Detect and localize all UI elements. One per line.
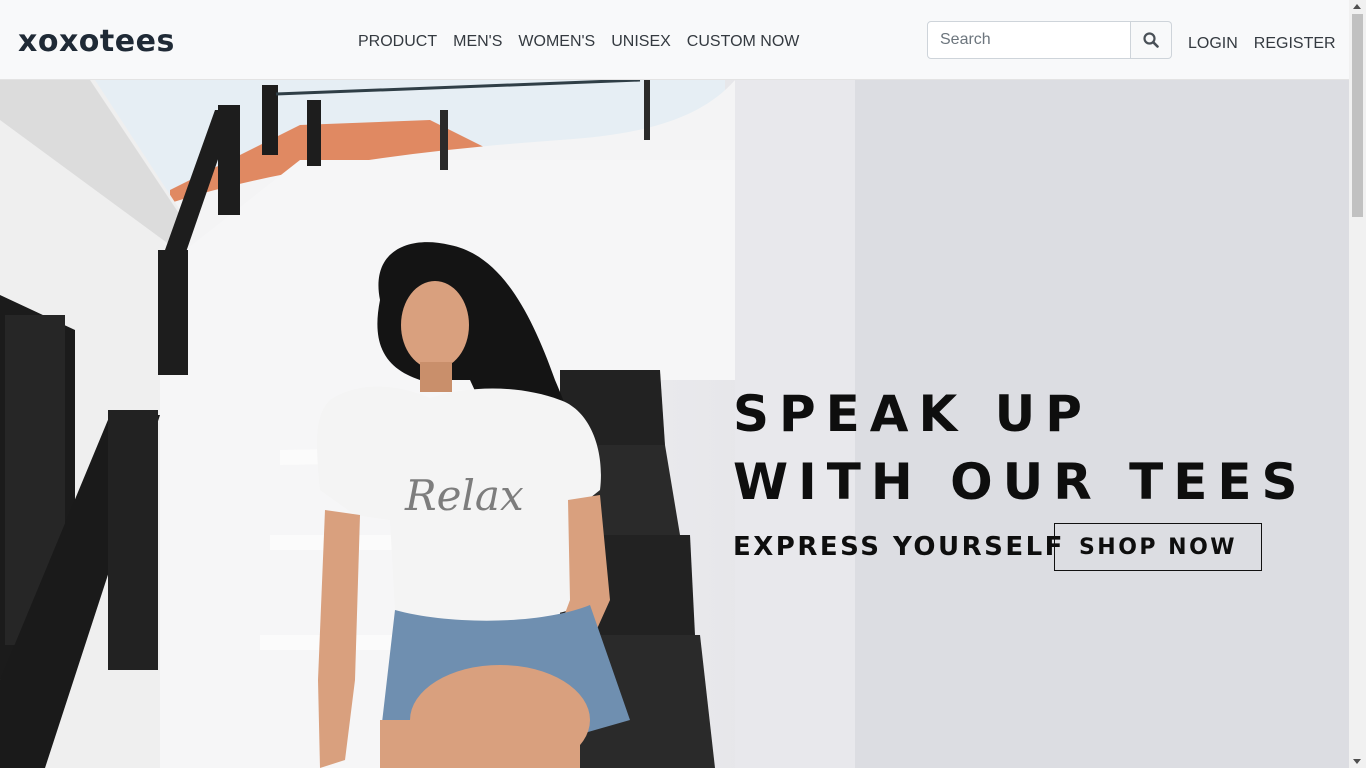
search-icon [1143,32,1159,48]
scroll-thumb[interactable] [1352,14,1363,217]
nav-product[interactable]: PRODUCT [350,30,445,54]
hero-headline: SPEAK UP WITH OUR TEES [733,380,1308,516]
login-link[interactable]: LOGIN [1180,32,1246,56]
nav-mens[interactable]: MEN'S [445,30,510,54]
nav-custom-now[interactable]: CUSTOM NOW [679,30,808,54]
scroll-up-icon[interactable] [1353,4,1361,9]
search-button[interactable] [1131,21,1172,59]
brand-logo[interactable]: xoxotees [18,24,175,60]
top-navbar: xoxotees PRODUCT MEN'S WOMEN'S UNISEX CU… [0,0,1349,80]
search-input[interactable] [927,21,1131,59]
auth-links: LOGIN REGISTER [1180,32,1344,56]
hero-headline-line1: SPEAK UP [733,385,1092,443]
shop-now-button[interactable]: SHOP NOW [1054,523,1262,571]
register-link[interactable]: REGISTER [1246,32,1344,56]
search-form [927,21,1172,59]
scroll-down-icon[interactable] [1353,759,1361,764]
main-nav: PRODUCT MEN'S WOMEN'S UNISEX CUSTOM NOW [350,30,807,54]
hero-headline-line2: WITH OUR TEES [733,453,1308,511]
hero-subtitle: EXPRESS YOURSELF [733,532,1065,562]
hero-banner: Relax SPEAK UP WITH OUR TEES EXPRESS YOU… [0,80,1349,768]
nav-unisex[interactable]: UNISEX [603,30,679,54]
nav-womens[interactable]: WOMEN'S [510,30,603,54]
page-scrollbar[interactable] [1349,0,1366,768]
shirt-print-text: Relax [404,471,524,520]
